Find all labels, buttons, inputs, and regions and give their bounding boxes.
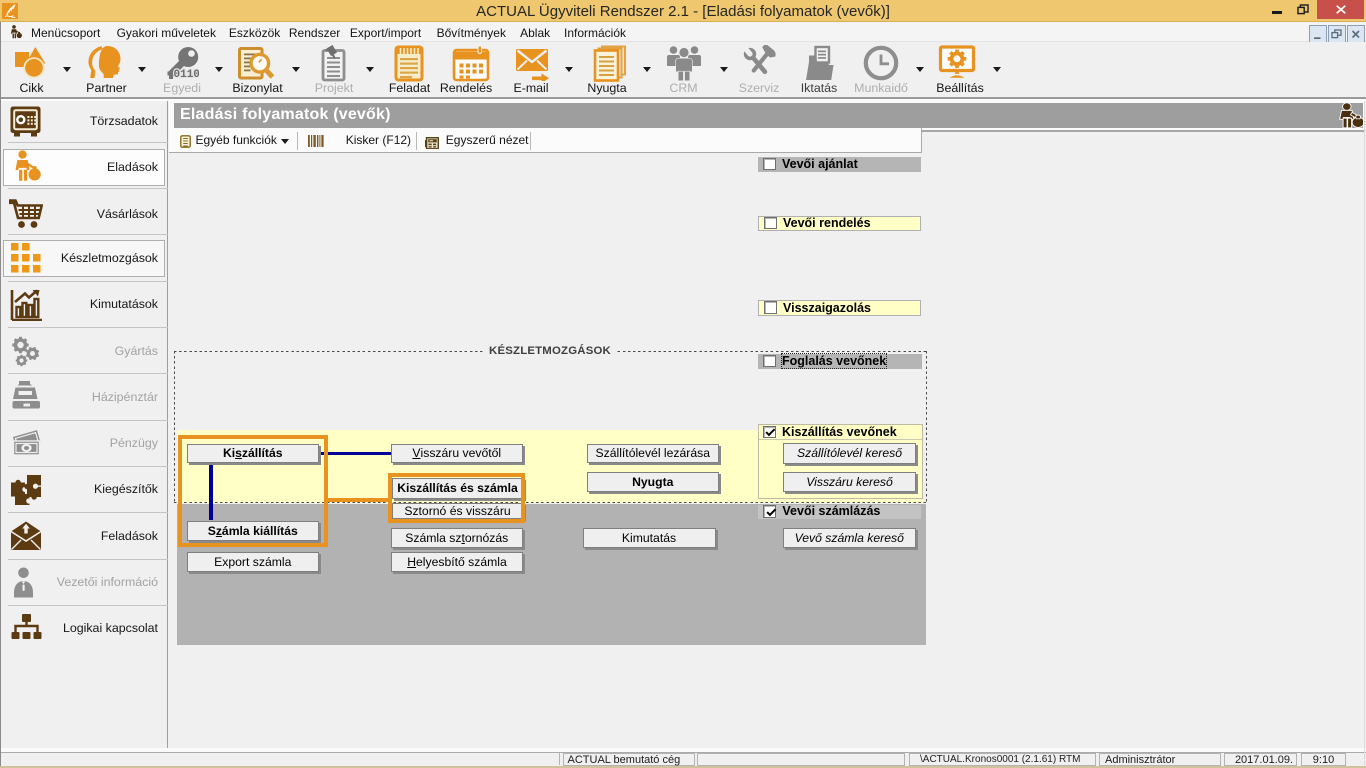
svg-text:0110: 0110 [174,69,200,80]
